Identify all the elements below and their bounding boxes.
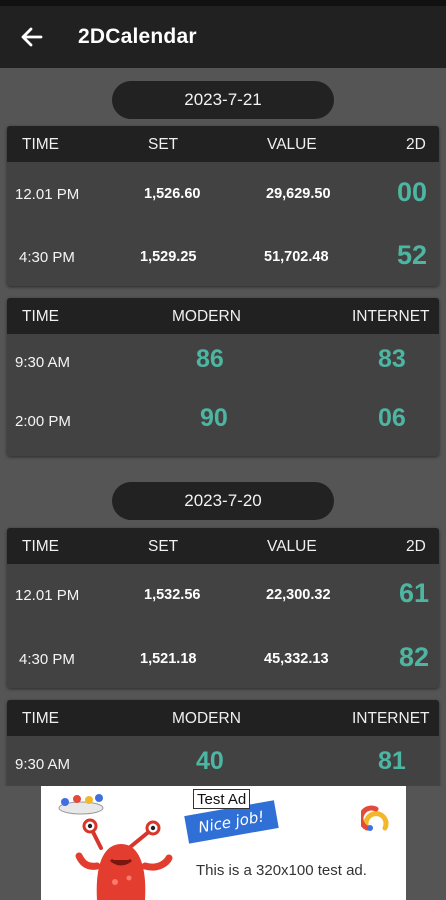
row-value: 29,629.50 [266, 186, 331, 202]
modern-internet-card: TIME MODERN INTERNET 9:30 AM 86 83 2:00 … [7, 298, 439, 456]
header-time: TIME [22, 538, 60, 555]
table-row: 9:30 AM 86 83 [7, 334, 439, 395]
row-time: 12.01 PM [15, 186, 80, 203]
row-time: 9:30 AM [15, 354, 71, 371]
row-internet: 81 [378, 747, 406, 775]
header-set: SET [148, 538, 179, 555]
set-value-card: TIME SET VALUE 2D 12.01 PM 1,532.56 22,3… [7, 528, 439, 688]
date-pill[interactable]: 2023-7-21 [112, 81, 334, 119]
header-value: VALUE [267, 538, 317, 555]
table-row: 4:30 PM 1,529.25 51,702.48 52 [7, 224, 439, 286]
table-header: TIME MODERN INTERNET [7, 298, 439, 334]
date-pill[interactable]: 2023-7-20 [112, 482, 334, 520]
test-ad-label: Test Ad [193, 789, 251, 809]
header-time: TIME [22, 308, 60, 325]
header-modern: MODERN [172, 710, 241, 727]
modern-internet-card: TIME MODERN INTERNET 9:30 AM 40 81 [7, 700, 439, 786]
row-time: 2:00 PM [15, 413, 71, 430]
table-row: 9:30 AM 40 81 [7, 736, 439, 786]
row-internet: 06 [378, 404, 406, 432]
ad-text: This is a 320x100 test ad. [196, 862, 367, 879]
row-value: 22,300.32 [266, 587, 331, 603]
row-internet: 83 [378, 345, 406, 373]
results-list[interactable]: 2023-7-21 TIME SET VALUE 2D 12.01 PM 1,5… [0, 68, 446, 786]
row-set: 1,532.56 [144, 587, 201, 603]
ad-illustration [58, 794, 173, 900]
row-set: 1,521.18 [140, 651, 197, 667]
table-row: 12.01 PM 1,532.56 22,300.32 61 [7, 564, 439, 626]
row-modern: 90 [200, 404, 228, 432]
header-set: SET [148, 136, 179, 153]
set-value-card: TIME SET VALUE 2D 12.01 PM 1,526.60 29,6… [7, 126, 439, 286]
header-internet: INTERNET [352, 710, 430, 727]
header-2d: 2D [406, 136, 426, 153]
table-header: TIME MODERN INTERNET [7, 700, 439, 736]
ad-badge-text: Nice job! [196, 807, 266, 837]
row-2d-result: 00 [397, 177, 428, 207]
row-modern: 86 [196, 345, 224, 373]
row-time: 4:30 PM [19, 249, 75, 266]
arrow-left-icon [21, 27, 43, 47]
header-value: VALUE [267, 136, 317, 153]
row-set: 1,526.60 [144, 186, 201, 202]
row-value: 51,702.48 [264, 249, 329, 265]
row-2d-result: 82 [399, 642, 430, 672]
header-internet: INTERNET [352, 308, 430, 325]
row-2d-result: 61 [399, 578, 430, 608]
row-value: 45,332.13 [264, 651, 329, 667]
header-modern: MODERN [172, 308, 241, 325]
table-row: 2:00 PM 90 06 [7, 395, 439, 456]
table-row: 12.01 PM 1,526.60 29,629.50 00 [7, 162, 439, 224]
ad-brand-icon [361, 805, 389, 831]
header-time: TIME [22, 136, 60, 153]
row-time: 12.01 PM [15, 587, 80, 604]
row-set: 1,529.25 [140, 249, 197, 265]
table-header: TIME SET VALUE 2D [7, 528, 439, 564]
back-button[interactable] [8, 13, 56, 61]
row-modern: 40 [196, 747, 224, 775]
row-time: 9:30 AM [15, 756, 71, 773]
table-header: TIME SET VALUE 2D [7, 126, 439, 162]
row-time: 4:30 PM [19, 651, 75, 668]
table-row: 4:30 PM 1,521.18 45,332.13 82 [7, 626, 439, 688]
row-2d-result: 52 [397, 240, 428, 270]
app-bar: 2DCalendar [0, 6, 446, 68]
header-2d: 2D [406, 538, 426, 555]
header-time: TIME [22, 710, 60, 727]
page-title: 2DCalendar [78, 25, 197, 48]
